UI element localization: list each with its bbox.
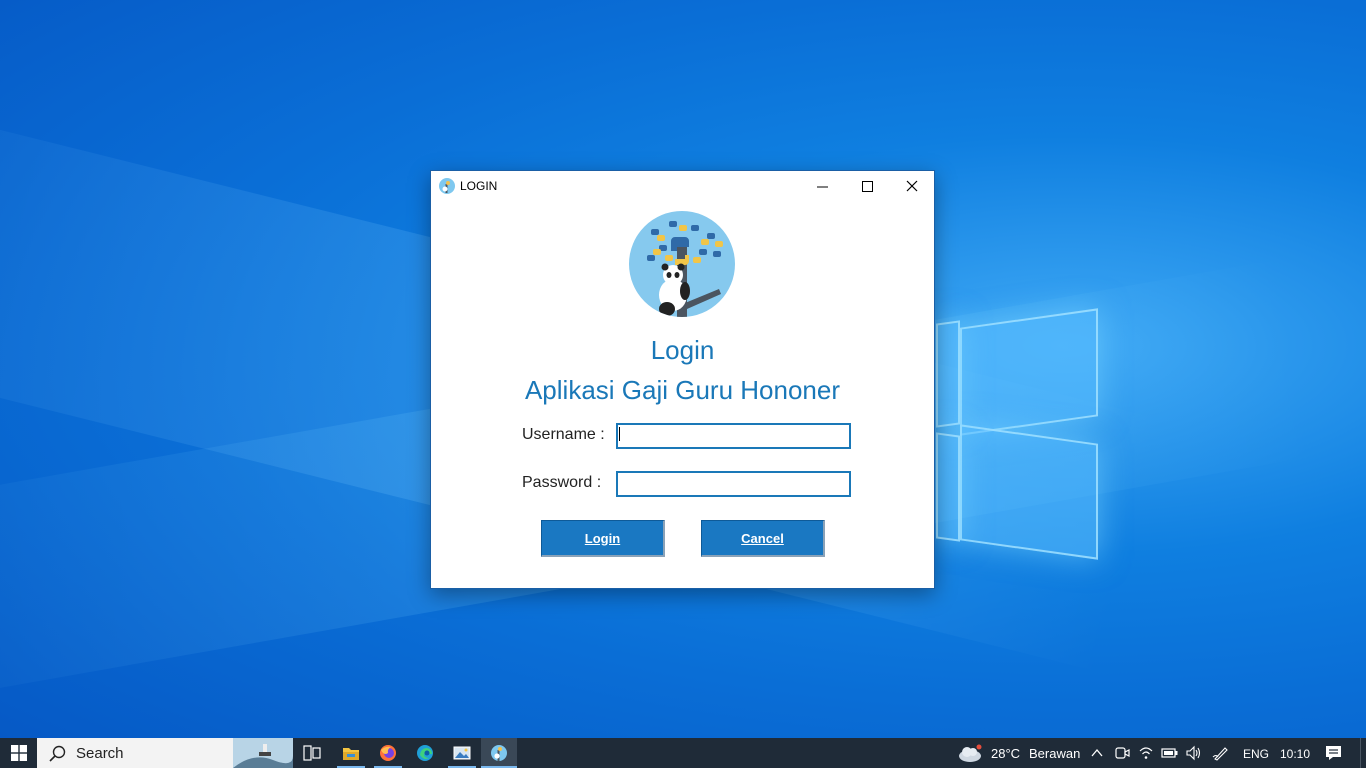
windows-logo-pane	[936, 432, 960, 542]
task-view-button[interactable]	[296, 738, 328, 768]
search-placeholder: Search	[76, 745, 124, 762]
photos-icon	[453, 746, 471, 760]
taskbar: Search 28°C Berawan ENG 10:10	[0, 738, 1366, 768]
file-explorer-icon	[343, 748, 359, 760]
windows-start-icon	[10, 745, 27, 761]
close-button[interactable]	[889, 171, 935, 201]
maximize-button[interactable]	[844, 171, 890, 201]
start-button[interactable]	[0, 738, 37, 768]
weather-description[interactable]: Berawan	[1029, 746, 1080, 761]
minimize-icon	[816, 186, 828, 187]
file-explorer-button[interactable]	[333, 738, 369, 768]
minimize-button[interactable]	[799, 171, 845, 201]
login-heading: Login	[650, 335, 715, 365]
python-app-button[interactable]	[481, 738, 517, 768]
edge-icon	[417, 745, 433, 761]
firefox-button[interactable]	[370, 738, 406, 768]
login-button[interactable]: Login	[541, 520, 665, 557]
wifi-icon[interactable]	[1138, 745, 1154, 761]
photos-button[interactable]	[444, 738, 480, 768]
input-language[interactable]: ENG	[1243, 747, 1269, 761]
title-bar[interactable]: LOGIN	[431, 171, 934, 201]
password-label: Password :	[522, 474, 602, 491]
firefox-icon	[380, 745, 396, 761]
windows-logo-pane	[960, 424, 1098, 560]
search-highlight-image	[233, 738, 293, 768]
window-title: LOGIN	[460, 179, 498, 193]
notification-icon[interactable]	[1325, 745, 1342, 761]
pen-icon[interactable]	[1212, 745, 1230, 761]
python-app-icon	[439, 178, 455, 194]
weather-temperature[interactable]: 28°C	[991, 746, 1020, 761]
show-desktop-button[interactable]	[1360, 738, 1366, 768]
username-label: Username :	[522, 426, 605, 443]
login-window: LOGIN Login Aplikasi Gaji Guru Hononer U…	[430, 170, 935, 589]
windows-logo-pane	[936, 320, 960, 428]
volume-icon[interactable]	[1185, 745, 1203, 761]
edge-button[interactable]	[407, 738, 443, 768]
taskbar-search-box[interactable]: Search	[37, 738, 293, 768]
python-app-icon	[491, 745, 507, 761]
maximize-icon	[861, 180, 873, 192]
chevron-up-icon[interactable]	[1091, 748, 1103, 758]
close-icon	[906, 180, 918, 192]
app-logo	[629, 211, 735, 317]
clock-time[interactable]: 10:10	[1280, 747, 1310, 761]
username-input[interactable]	[616, 423, 851, 449]
task-view-icon	[303, 745, 321, 761]
password-input[interactable]	[616, 471, 851, 497]
text-caret	[619, 427, 620, 441]
weather-cloud-icon[interactable]	[956, 743, 984, 763]
app-title: Aplikasi Gaji Guru Hononer	[524, 375, 841, 405]
meet-now-icon[interactable]	[1114, 745, 1130, 761]
battery-icon[interactable]	[1161, 746, 1179, 760]
cancel-button[interactable]: Cancel	[701, 520, 825, 557]
search-icon	[49, 745, 66, 762]
windows-logo-pane	[960, 308, 1098, 436]
